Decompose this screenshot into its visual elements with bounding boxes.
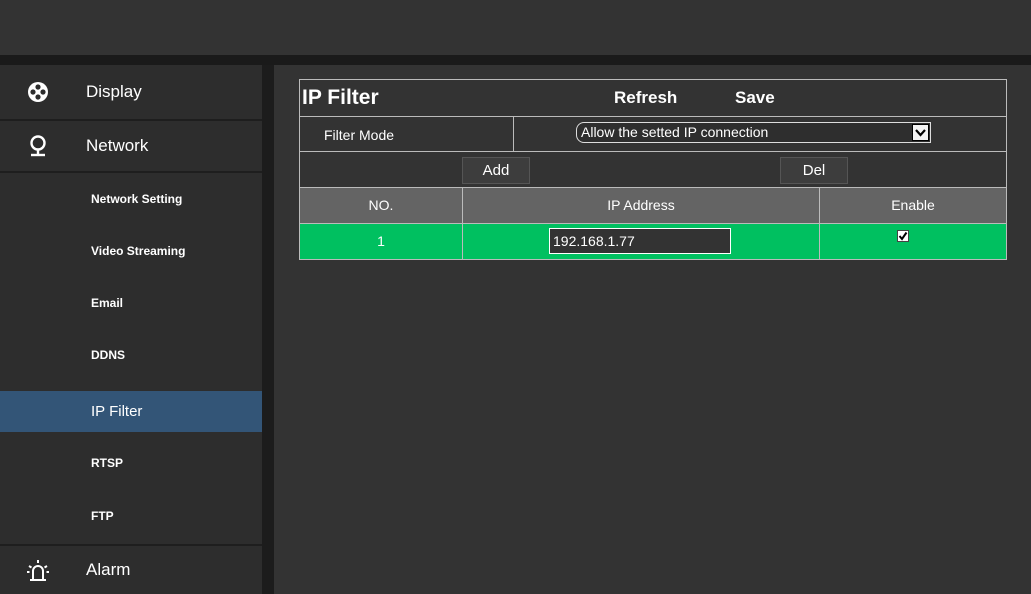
sidebar-category-label: Alarm bbox=[86, 560, 131, 579]
sidebar-item-ip-filter[interactable]: IP Filter bbox=[0, 391, 262, 432]
top-bar bbox=[0, 0, 1031, 55]
sidebar-item-label: FTP bbox=[91, 509, 114, 523]
filter-mode-row: Filter Mode Allow the setted IP connecti… bbox=[300, 117, 1006, 152]
column-header-enable: Enable bbox=[891, 197, 935, 213]
network-icon bbox=[30, 135, 46, 157]
sidebar-item-label: RTSP bbox=[91, 456, 124, 470]
table-header: NO. IP Address Enable bbox=[300, 188, 1006, 224]
sidebar-category-network[interactable]: Network bbox=[0, 121, 262, 171]
page-title: IP Filter bbox=[302, 86, 379, 109]
sidebar-item-ftp[interactable]: FTP bbox=[0, 490, 262, 542]
enable-checkbox[interactable] bbox=[897, 230, 909, 242]
sidebar-item-ddns[interactable]: DDNS bbox=[0, 329, 262, 381]
sidebar-item-email[interactable]: Email bbox=[0, 277, 262, 329]
filter-mode-select[interactable]: Allow the setted IP connection bbox=[576, 122, 931, 143]
sidebar-item-label: Email bbox=[91, 296, 124, 310]
save-button[interactable]: Save bbox=[735, 88, 775, 108]
sidebar-item-label: DDNS bbox=[91, 348, 126, 362]
sidebar-category-label: Display bbox=[86, 82, 142, 101]
sidebar-category-alarm[interactable]: Alarm bbox=[0, 546, 262, 594]
sidebar-scroll-gutter bbox=[262, 65, 274, 594]
refresh-button[interactable]: Refresh bbox=[614, 88, 677, 108]
ip-cell bbox=[463, 224, 820, 259]
ip-address-input[interactable] bbox=[549, 228, 731, 254]
alarm-icon bbox=[27, 560, 49, 581]
chevron-down-icon[interactable] bbox=[912, 124, 929, 141]
sidebar-item-rtsp[interactable]: RTSP bbox=[0, 437, 262, 489]
enable-cell bbox=[820, 224, 1006, 259]
top-bar-divider bbox=[0, 55, 1031, 65]
column-header-no: NO. bbox=[300, 188, 463, 223]
sidebar-category-display[interactable]: Display bbox=[0, 65, 262, 119]
sidebar: Display Network Network Setting Video St… bbox=[0, 65, 262, 594]
column-header-ip-address: IP Address bbox=[463, 188, 820, 223]
sidebar-item-label: IP Filter bbox=[91, 403, 143, 420]
add-button[interactable]: Add bbox=[462, 157, 530, 184]
filter-mode-value: Allow the setted IP connection bbox=[581, 124, 769, 140]
sidebar-item-label: Video Streaming bbox=[91, 244, 186, 258]
sidebar-item-video-streaming[interactable]: Video Streaming bbox=[0, 225, 262, 277]
sidebar-item-network-setting[interactable]: Network Setting bbox=[0, 173, 262, 225]
column-divider bbox=[513, 117, 514, 152]
panel-header: IP Filter Refresh Save bbox=[300, 80, 1006, 117]
sidebar-category-label: Network bbox=[86, 136, 149, 155]
del-button[interactable]: Del bbox=[780, 157, 848, 184]
display-icon bbox=[28, 82, 48, 102]
row-number: 1 bbox=[300, 224, 463, 259]
sidebar-item-label: Network Setting bbox=[91, 192, 183, 206]
ip-filter-panel: IP Filter Refresh Save Filter Mode Allow… bbox=[299, 79, 1007, 260]
table-row: 1 bbox=[300, 224, 1006, 259]
filter-mode-label: Filter Mode bbox=[324, 127, 395, 143]
action-row: Add Del bbox=[300, 152, 1006, 188]
